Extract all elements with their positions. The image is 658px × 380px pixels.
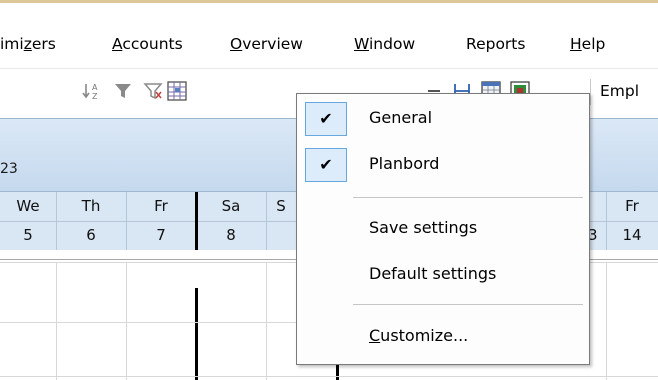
menu-help-accel: H — [570, 35, 582, 53]
menu-item-customize-label: Customize... — [369, 316, 468, 356]
check-icon: ✔ — [305, 102, 347, 136]
layout-grid-icon[interactable] — [167, 81, 187, 101]
filter-icon[interactable] — [113, 81, 133, 101]
day-number-5: 5 — [23, 226, 33, 244]
day-number-13: 3 — [588, 226, 598, 244]
menu-overview[interactable]: Overview — [230, 33, 303, 55]
day-number-7: 7 — [156, 226, 166, 244]
grid-col-line — [56, 262, 57, 380]
day-number-6: 6 — [86, 226, 96, 244]
menu-reports-text: Reports — [466, 35, 526, 53]
day-name-th: Th — [81, 197, 101, 215]
menu-item-customize-text: ustomize... — [380, 326, 469, 345]
menu-item-save-settings[interactable]: Save settings — [297, 208, 589, 248]
day-name-fr: Fr — [154, 197, 168, 215]
today-marker-line — [195, 192, 198, 250]
menu-item-customize[interactable]: Customize... — [297, 316, 589, 356]
menu-optimizers[interactable]: imizers — [0, 33, 56, 55]
menu-optimizers-text-b: ers — [31, 35, 56, 53]
svg-text:A: A — [92, 83, 98, 92]
day-number-14: 14 — [622, 226, 642, 244]
menu-accounts[interactable]: Accounts — [112, 33, 183, 55]
toolbar-separator — [590, 79, 591, 105]
menu-window-text: indow — [369, 35, 416, 53]
menu-window[interactable]: Window — [354, 33, 415, 55]
menu-optimizers-accel: z — [23, 35, 32, 53]
day-name-fr-next: Fr — [625, 197, 639, 215]
menu-item-general[interactable]: ✔ General — [297, 98, 589, 138]
day-name-su: S — [276, 197, 286, 215]
menu-optimizers-text-a: imi — [0, 35, 24, 53]
menu-item-default-settings-label: Default settings — [369, 264, 497, 283]
menu-help-text: elp — [581, 35, 606, 53]
menu-item-default-settings[interactable]: Default settings — [297, 254, 589, 294]
filter-clear-icon[interactable] — [143, 81, 163, 101]
day-name-we: We — [16, 197, 40, 215]
day-name-sa: Sa — [221, 197, 241, 215]
menu-item-save-settings-label: Save settings — [369, 218, 478, 237]
menu-accounts-text: ccounts — [122, 35, 183, 53]
menu-separator — [353, 304, 583, 305]
menu-accounts-accel: A — [112, 35, 123, 53]
col-divider — [126, 192, 127, 250]
menu-bar: imizers Accounts Overview Window Reports… — [0, 23, 658, 63]
menu-item-customize-accel: C — [369, 326, 381, 345]
menu-overview-text: verview — [242, 35, 303, 53]
menu-item-general-label: General — [369, 108, 433, 127]
col-divider — [606, 192, 607, 250]
context-menu: ✔ General ✔ Planbord Save settings Defau… — [296, 93, 590, 365]
menu-reports[interactable]: Reports — [466, 33, 525, 55]
grid-col-line — [266, 262, 267, 380]
check-icon: ✔ — [305, 148, 347, 182]
col-divider — [266, 192, 267, 250]
menu-window-accel: W — [354, 35, 369, 53]
menu-separator — [353, 197, 583, 198]
menu-overview-accel: O — [230, 35, 243, 53]
grid-row-line — [0, 322, 296, 323]
menu-help[interactable]: Help — [570, 33, 605, 55]
grid-col-line — [606, 262, 607, 380]
today-marker-line — [195, 288, 198, 380]
svg-text:Z: Z — [92, 92, 98, 101]
grid-row-line — [0, 376, 658, 377]
menu-item-planbord-label: Planbord — [369, 154, 440, 173]
menu-item-planbord[interactable]: ✔ Planbord — [297, 144, 589, 184]
title-area — [0, 3, 658, 23]
col-divider — [56, 192, 57, 250]
employee-label: Empl — [600, 82, 640, 100]
day-number-8: 8 — [226, 226, 236, 244]
date-band-label: 23 — [0, 161, 18, 177]
sort-za-icon[interactable]: A Z — [82, 81, 102, 101]
grid-col-line — [126, 262, 127, 380]
